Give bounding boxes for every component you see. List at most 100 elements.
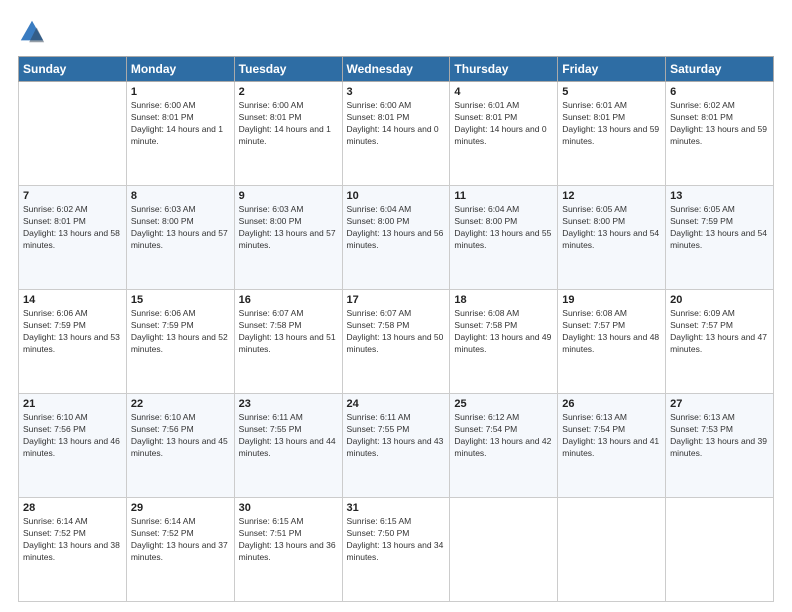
day-detail: Sunrise: 6:03 AMSunset: 8:00 PMDaylight:… [239,204,338,252]
day-detail: Sunrise: 6:15 AMSunset: 7:51 PMDaylight:… [239,516,338,564]
day-number: 2 [239,86,338,98]
day-detail: Sunrise: 6:15 AMSunset: 7:50 PMDaylight:… [347,516,446,564]
week-row: 28 Sunrise: 6:14 AMSunset: 7:52 PMDayligh… [19,498,774,602]
day-cell: 22 Sunrise: 6:10 AMSunset: 7:56 PMDayligh… [126,394,234,498]
day-detail: Sunrise: 6:02 AMSunset: 8:01 PMDaylight:… [23,204,122,252]
header-cell: Saturday [666,57,774,82]
day-cell [19,82,127,186]
day-detail: Sunrise: 6:05 AMSunset: 8:00 PMDaylight:… [562,204,661,252]
day-cell: 12 Sunrise: 6:05 AMSunset: 8:00 PMDayligh… [558,186,666,290]
day-cell: 2 Sunrise: 6:00 AMSunset: 8:01 PMDaylight… [234,82,342,186]
day-number: 30 [239,502,338,514]
day-cell [558,498,666,602]
week-row: 1Sunrise: 6:00 AMSunset: 8:01 PMDaylight… [19,82,774,186]
day-number: 23 [239,398,338,410]
day-number: 4 [454,86,553,98]
day-detail: Sunrise: 6:00 AMSunset: 8:01 PMDaylight:… [131,100,230,148]
calendar-table: SundayMondayTuesdayWednesdayThursdayFrid… [18,56,774,602]
day-cell: 20Sunrise: 6:09 AMSunset: 7:57 PMDayligh… [666,290,774,394]
day-cell: 18 Sunrise: 6:08 AMSunset: 7:58 PMDayligh… [450,290,558,394]
day-number: 25 [454,398,553,410]
day-cell: 25 Sunrise: 6:12 AMSunset: 7:54 PMDayligh… [450,394,558,498]
day-cell: 6Sunrise: 6:02 AMSunset: 8:01 PMDaylight… [666,82,774,186]
day-number: 6 [670,86,769,98]
day-cell: 15 Sunrise: 6:06 AMSunset: 7:59 PMDayligh… [126,290,234,394]
day-detail: Sunrise: 6:00 AMSunset: 8:01 PMDaylight:… [347,100,446,148]
day-number: 19 [562,294,661,306]
day-number: 8 [131,190,230,202]
day-cell: 17Sunrise: 6:07 AMSunset: 7:58 PMDayligh… [342,290,450,394]
header [18,18,774,46]
day-cell: 28 Sunrise: 6:14 AMSunset: 7:52 PMDayligh… [19,498,127,602]
page: SundayMondayTuesdayWednesdayThursdayFrid… [0,0,792,612]
day-number: 16 [239,294,338,306]
day-cell: 29Sunrise: 6:14 AMSunset: 7:52 PMDayligh… [126,498,234,602]
day-cell: 24 Sunrise: 6:11 AMSunset: 7:55 PMDayligh… [342,394,450,498]
day-detail: Sunrise: 6:07 AMSunset: 7:58 PMDaylight:… [347,308,446,356]
day-detail: Sunrise: 6:12 AMSunset: 7:54 PMDaylight:… [454,412,553,460]
day-cell: 3Sunrise: 6:00 AMSunset: 8:01 PMDaylight… [342,82,450,186]
day-cell: 8 Sunrise: 6:03 AMSunset: 8:00 PMDaylight… [126,186,234,290]
day-cell [666,498,774,602]
logo [18,18,50,46]
day-cell: 1Sunrise: 6:00 AMSunset: 8:01 PMDaylight… [126,82,234,186]
day-detail: Sunrise: 6:03 AMSunset: 8:00 PMDaylight:… [131,204,230,252]
day-cell: 31 Sunrise: 6:15 AMSunset: 7:50 PMDayligh… [342,498,450,602]
day-cell: 23 Sunrise: 6:11 AMSunset: 7:55 PMDayligh… [234,394,342,498]
day-cell: 14 Sunrise: 6:06 AMSunset: 7:59 PMDayligh… [19,290,127,394]
header-cell: Sunday [19,57,127,82]
day-detail: Sunrise: 6:06 AMSunset: 7:59 PMDaylight:… [23,308,122,356]
day-detail: Sunrise: 6:07 AMSunset: 7:58 PMDaylight:… [239,308,338,356]
day-cell: 10 Sunrise: 6:04 AMSunset: 8:00 PMDayligh… [342,186,450,290]
day-number: 10 [347,190,446,202]
day-detail: Sunrise: 6:10 AMSunset: 7:56 PMDaylight:… [131,412,230,460]
day-detail: Sunrise: 6:04 AMSunset: 8:00 PMDaylight:… [347,204,446,252]
day-number: 14 [23,294,122,306]
day-detail: Sunrise: 6:11 AMSunset: 7:55 PMDaylight:… [239,412,338,460]
day-detail: Sunrise: 6:01 AMSunset: 8:01 PMDaylight:… [454,100,553,148]
day-number: 5 [562,86,661,98]
day-cell: 27Sunrise: 6:13 AMSunset: 7:53 PMDayligh… [666,394,774,498]
day-detail: Sunrise: 6:14 AMSunset: 7:52 PMDaylight:… [23,516,122,564]
day-cell: 16 Sunrise: 6:07 AMSunset: 7:58 PMDayligh… [234,290,342,394]
day-number: 24 [347,398,446,410]
day-number: 31 [347,502,446,514]
week-row: 7 Sunrise: 6:02 AMSunset: 8:01 PMDaylight… [19,186,774,290]
logo-icon [18,18,46,46]
day-number: 18 [454,294,553,306]
day-cell: 4 Sunrise: 6:01 AMSunset: 8:01 PMDaylight… [450,82,558,186]
day-cell: 13 Sunrise: 6:05 AMSunset: 7:59 PMDayligh… [666,186,774,290]
day-number: 27 [670,398,769,410]
week-row: 14 Sunrise: 6:06 AMSunset: 7:59 PMDayligh… [19,290,774,394]
day-detail: Sunrise: 6:00 AMSunset: 8:01 PMDaylight:… [239,100,338,148]
day-cell: 5 Sunrise: 6:01 AMSunset: 8:01 PMDaylight… [558,82,666,186]
week-row: 21 Sunrise: 6:10 AMSunset: 7:56 PMDayligh… [19,394,774,498]
day-cell: 26 Sunrise: 6:13 AMSunset: 7:54 PMDayligh… [558,394,666,498]
day-detail: Sunrise: 6:10 AMSunset: 7:56 PMDaylight:… [23,412,122,460]
day-cell: 9 Sunrise: 6:03 AMSunset: 8:00 PMDaylight… [234,186,342,290]
day-number: 22 [131,398,230,410]
day-number: 21 [23,398,122,410]
day-detail: Sunrise: 6:01 AMSunset: 8:01 PMDaylight:… [562,100,661,148]
header-cell: Monday [126,57,234,82]
day-cell: 7 Sunrise: 6:02 AMSunset: 8:01 PMDaylight… [19,186,127,290]
day-cell: 30 Sunrise: 6:15 AMSunset: 7:51 PMDayligh… [234,498,342,602]
day-detail: Sunrise: 6:09 AMSunset: 7:57 PMDaylight:… [670,308,769,356]
day-number: 28 [23,502,122,514]
day-number: 11 [454,190,553,202]
day-number: 7 [23,190,122,202]
day-detail: Sunrise: 6:05 AMSunset: 7:59 PMDaylight:… [670,204,769,252]
day-detail: Sunrise: 6:04 AMSunset: 8:00 PMDaylight:… [454,204,553,252]
day-number: 13 [670,190,769,202]
day-number: 9 [239,190,338,202]
header-cell: Tuesday [234,57,342,82]
day-number: 26 [562,398,661,410]
header-row: SundayMondayTuesdayWednesdayThursdayFrid… [19,57,774,82]
day-detail: Sunrise: 6:06 AMSunset: 7:59 PMDaylight:… [131,308,230,356]
day-detail: Sunrise: 6:11 AMSunset: 7:55 PMDaylight:… [347,412,446,460]
day-detail: Sunrise: 6:08 AMSunset: 7:58 PMDaylight:… [454,308,553,356]
day-detail: Sunrise: 6:13 AMSunset: 7:54 PMDaylight:… [562,412,661,460]
day-number: 12 [562,190,661,202]
day-number: 15 [131,294,230,306]
day-cell: 21 Sunrise: 6:10 AMSunset: 7:56 PMDayligh… [19,394,127,498]
